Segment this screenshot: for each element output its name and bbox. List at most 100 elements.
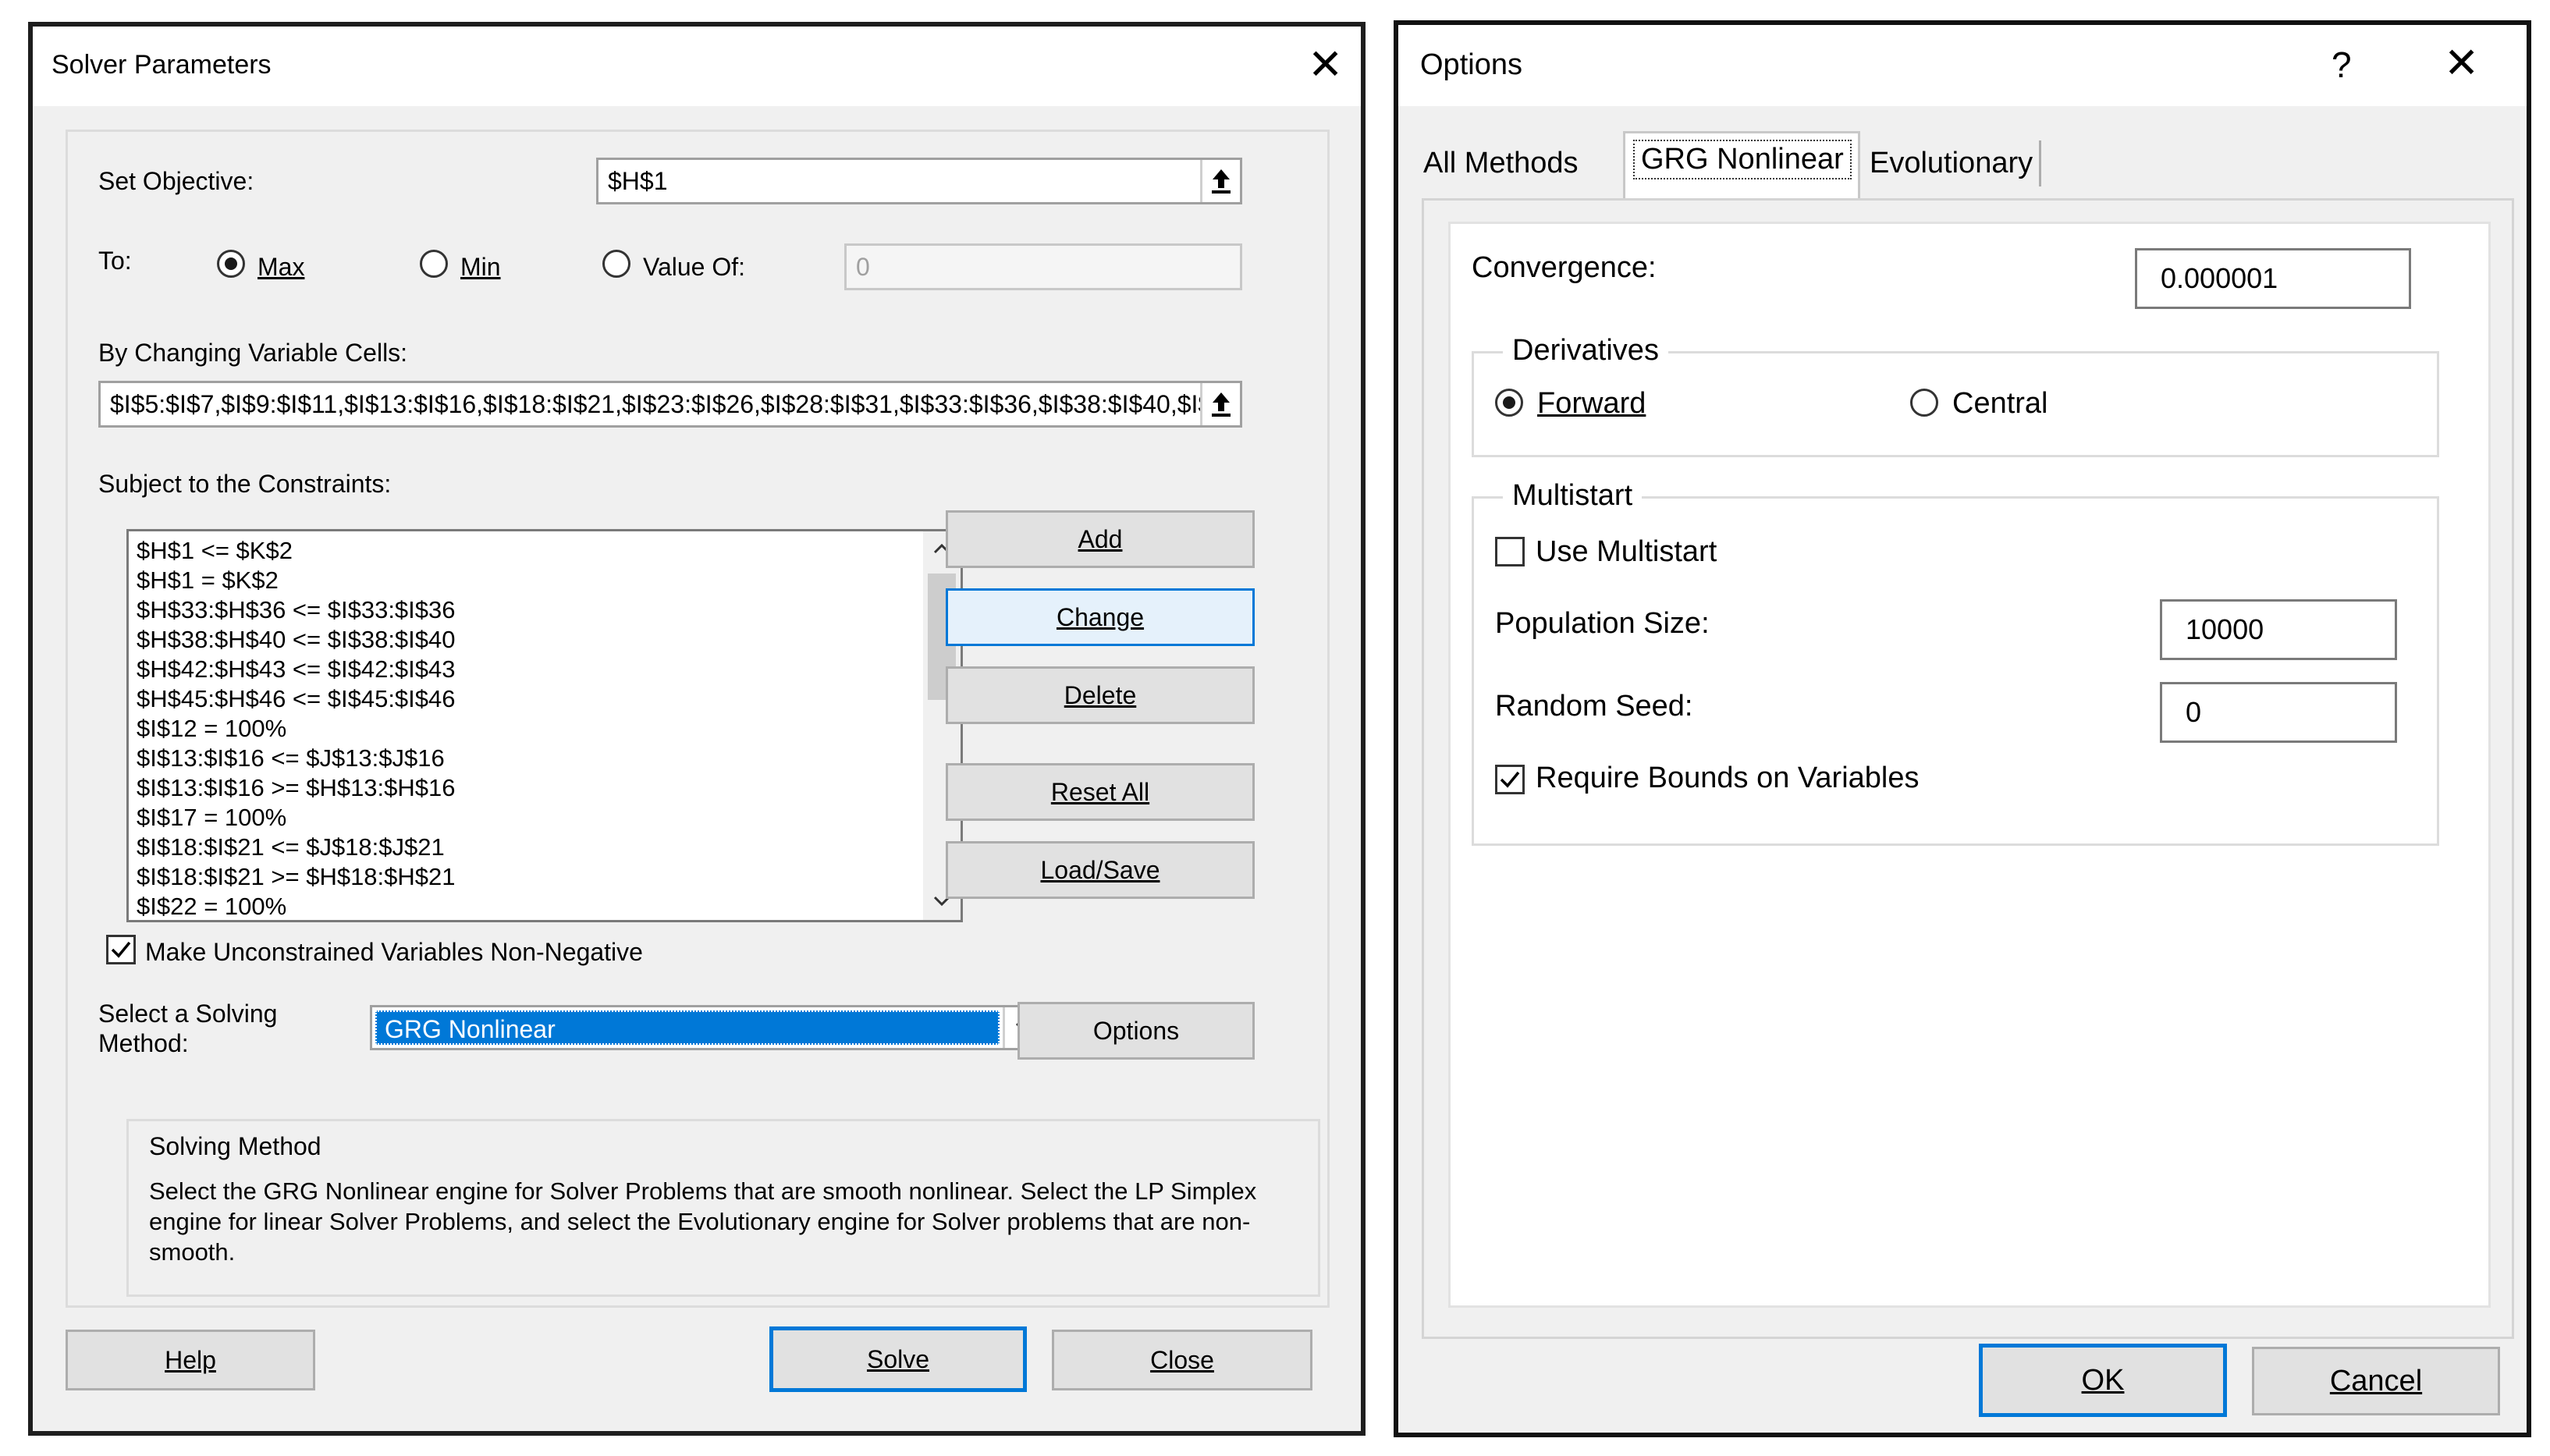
forward-radio[interactable] [1495, 389, 1523, 417]
constraints-items: $H$1 <= $K$2 $H$1 = $K$2 $H$33:$H$36 <= $I… [137, 536, 917, 920]
central-label: Central [1952, 387, 2048, 420]
value-of-input[interactable]: 0 [844, 243, 1242, 290]
reset-all-button[interactable]: Reset All [946, 763, 1255, 821]
solving-method-selected: GRG Nonlinear [375, 1010, 1000, 1045]
min-radio[interactable] [420, 250, 448, 278]
use-multistart-checkbox[interactable] [1495, 537, 1525, 566]
load-save-button[interactable]: Load/Save [946, 841, 1255, 899]
upload-arrow-icon [1212, 392, 1231, 417]
require-bounds-checkbox[interactable] [1495, 765, 1525, 794]
constraint-item[interactable]: $I$18:$I$21 >= $H$18:$H$21 [137, 862, 917, 892]
constraint-item[interactable]: $H$1 <= $K$2 [137, 536, 917, 566]
convergence-input[interactable]: 0.000001 [2135, 248, 2411, 309]
changing-cells-value: $I$5:$I$7,$I$9:$I$11,$I$13:$I$16,$I$18:$… [110, 389, 1227, 418]
radio-selected-dot [225, 257, 237, 270]
multistart-title: Multistart [1503, 479, 1643, 513]
random-seed-value: 0 [2186, 696, 2202, 728]
select-method-label: Select a Solving Method: [98, 999, 277, 1058]
close-button[interactable]: Close [1052, 1330, 1312, 1390]
delete-button[interactable]: Delete [946, 666, 1255, 724]
solving-method-select[interactable]: GRG Nonlinear [370, 1005, 1044, 1050]
random-seed-label: Random Seed: [1495, 690, 1693, 723]
select-method-label-line2: Method: [98, 1029, 189, 1057]
solve-button[interactable]: Solve [769, 1326, 1027, 1392]
tab-evolutionary[interactable]: Evolutionary [1863, 140, 2042, 186]
solve-button-label: Solve [866, 1344, 930, 1373]
help-button[interactable]: Help [66, 1330, 315, 1390]
options-dialog: Options ? ✕ All Methods GRG Nonlinear Ev… [1394, 20, 2531, 1437]
add-button-label: Add [1078, 524, 1123, 553]
change-button-label: Change [1056, 602, 1145, 631]
nonneg-label: Make Unconstrained Variables Non-Negativ… [145, 938, 643, 966]
central-radio[interactable] [1910, 389, 1938, 417]
constraint-item[interactable]: $H$42:$H$43 <= $I$42:$I$43 [137, 655, 917, 684]
population-size-label: Population Size: [1495, 607, 1710, 640]
random-seed-input[interactable]: 0 [2160, 682, 2397, 743]
objective-collapse-button[interactable] [1200, 160, 1240, 202]
use-multistart-label: Use Multistart [1536, 535, 1717, 568]
constraints-list[interactable]: $H$1 <= $K$2 $H$1 = $K$2 $H$33:$H$36 <= $I… [126, 529, 963, 922]
set-objective-label: Set Objective: [98, 167, 254, 195]
value-of-radio[interactable] [602, 250, 630, 278]
options-button[interactable]: Options [1018, 1002, 1255, 1060]
population-size-input[interactable]: 10000 [2160, 599, 2397, 660]
value-of-value: 0 [856, 252, 870, 281]
max-radio[interactable] [217, 250, 245, 278]
radio-selected-dot [1503, 396, 1515, 409]
constraint-item[interactable]: $I$22 = 100% [137, 892, 917, 920]
solver-dialog-title: Solver Parameters [51, 50, 272, 80]
reset-all-button-label: Reset All [1050, 777, 1150, 806]
constraint-item[interactable]: $I$12 = 100% [137, 714, 917, 744]
convergence-label: Convergence: [1472, 251, 1657, 284]
ok-button[interactable]: OK [1979, 1344, 2227, 1417]
cancel-button-label: Cancel [2329, 1364, 2423, 1397]
solving-method-description: Select the GRG Nonlinear engine for Solv… [149, 1177, 1257, 1266]
constraint-item[interactable]: $H$1 = $K$2 [137, 566, 917, 595]
changing-cells-label: By Changing Variable Cells: [98, 339, 408, 367]
constraint-item[interactable]: $I$18:$I$21 <= $J$18:$J$21 [137, 833, 917, 862]
constraint-item[interactable]: $I$17 = 100% [137, 803, 917, 833]
solving-method-group: Solving Method Select the GRG Nonlinear … [126, 1119, 1320, 1297]
constraints-label: Subject to the Constraints: [98, 470, 392, 498]
population-size-value: 10000 [2186, 613, 2264, 645]
constraint-item[interactable]: $I$13:$I$16 <= $J$13:$J$16 [137, 744, 917, 773]
convergence-value: 0.000001 [2161, 262, 2278, 294]
derivatives-title: Derivatives [1503, 334, 1668, 368]
options-close-icon[interactable]: ✕ [2444, 42, 2479, 84]
close-button-label: Close [1150, 1345, 1214, 1374]
options-titlebar [1398, 25, 2527, 106]
upload-arrow-icon [1212, 169, 1231, 194]
checkmark-icon [111, 941, 131, 958]
options-button-label: Options [1092, 1016, 1180, 1045]
ok-button-label: OK [2081, 1363, 2125, 1397]
constraint-item[interactable]: $H$38:$H$40 <= $I$38:$I$40 [137, 625, 917, 655]
set-objective-input[interactable]: $H$1 [596, 158, 1242, 204]
nonneg-checkbox[interactable] [106, 935, 136, 964]
changing-cells-collapse-button[interactable] [1200, 383, 1240, 425]
to-label: To: [98, 247, 132, 275]
change-button[interactable]: Change [946, 588, 1255, 646]
constraint-item[interactable]: $H$33:$H$36 <= $I$33:$I$36 [137, 595, 917, 625]
require-bounds-label: Require Bounds on Variables [1536, 762, 1920, 794]
changing-cells-input[interactable]: $I$5:$I$7,$I$9:$I$11,$I$13:$I$16,$I$18:$… [98, 381, 1242, 428]
min-label: Min [460, 253, 501, 281]
help-question-icon[interactable]: ? [2332, 44, 2352, 86]
select-method-label-line1: Select a Solving [98, 1000, 278, 1028]
set-objective-value: $H$1 [608, 166, 668, 195]
help-button-label: Help [165, 1345, 216, 1374]
constraint-item[interactable]: $H$45:$H$46 <= $I$45:$I$46 [137, 684, 917, 714]
options-dialog-title: Options [1420, 48, 1522, 81]
cancel-button[interactable]: Cancel [2252, 1347, 2500, 1415]
tab-all-methods[interactable]: All Methods [1417, 140, 1585, 186]
max-label: Max [257, 253, 305, 281]
delete-button-label: Delete [1064, 680, 1137, 709]
tab-grg-nonlinear: GRG Nonlinear [1633, 140, 1852, 179]
constraint-item[interactable]: $I$13:$I$16 >= $H$13:$H$16 [137, 773, 917, 803]
solver-close-icon[interactable]: ✕ [1308, 44, 1343, 86]
load-save-button-label: Load/Save [1040, 855, 1160, 884]
value-of-label: Value Of: [643, 253, 746, 281]
tab-grg-nonlinear-active[interactable]: GRG Nonlinear [1623, 131, 1860, 200]
add-button[interactable]: Add [946, 510, 1255, 568]
solving-method-title: Solving Method [149, 1132, 321, 1160]
forward-label: Forward [1537, 387, 1646, 420]
